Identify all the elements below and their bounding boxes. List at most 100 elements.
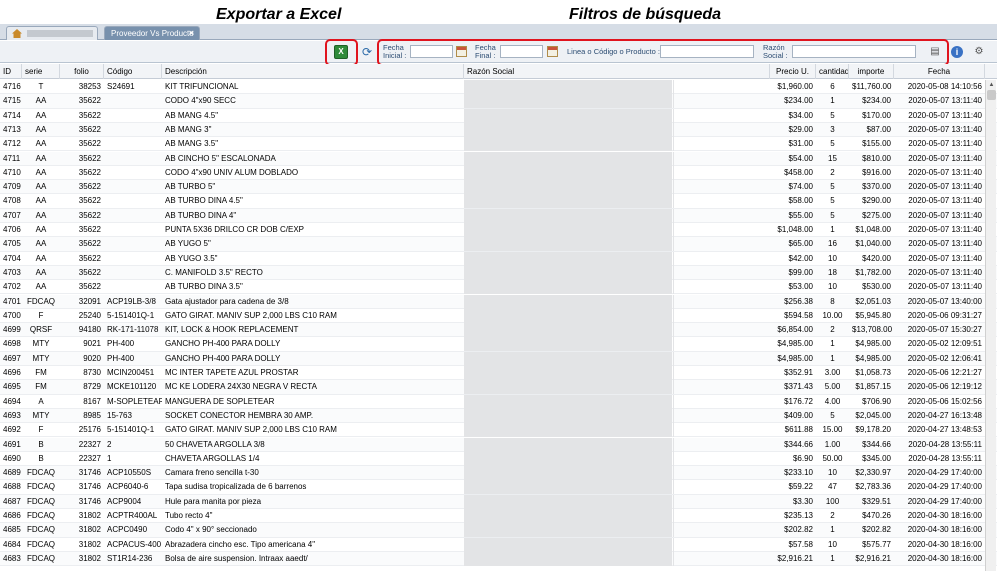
table-cell: FDCAQ xyxy=(27,296,55,306)
table-cell: AA xyxy=(35,210,47,220)
scroll-thumb[interactable] xyxy=(987,90,996,100)
table-row[interactable]: 4689 FDCAQ 31746 ACP10550S Camara freno senc… xyxy=(0,466,997,481)
razon-social-redacted xyxy=(464,423,672,438)
table-row[interactable]: 4686 FDCAQ 31802 ACPTR400AL Tubo recto 4" $23… xyxy=(0,509,997,524)
table-row[interactable]: 4706 AA 35622 PUNTA 5X36 DRILCO CR DOB C/EX… xyxy=(0,223,997,238)
table-cell xyxy=(104,94,162,108)
settings-icon[interactable]: ⚙ xyxy=(972,45,986,59)
column-header[interactable]: Descripción xyxy=(162,64,464,79)
column-header[interactable]: folio xyxy=(60,64,104,79)
table-cell: 2020-04-27 13:48:53 xyxy=(907,425,982,435)
table-cell: 10 xyxy=(828,282,837,292)
table-cell: $4,985.00 xyxy=(777,353,813,363)
table-row[interactable]: 4691 B 22327 2 50 CHAVETA ARGOLLA 3/8 $344.66… xyxy=(0,437,997,452)
table-row[interactable]: 4709 AA 35622 AB TURBO 5" $74.00 5 $370.00 2020… xyxy=(0,180,997,195)
table-cell: $575.77 xyxy=(862,539,891,549)
table-cell: 2020-05-07 13:11:40 xyxy=(908,182,982,192)
table-row[interactable]: 4703 AA 35622 C. MANIFOLD 3.5" RECTO $99.00 1… xyxy=(0,265,997,281)
table-cell: AB YUGO 3.5" xyxy=(165,253,218,263)
table-cell: 4697 xyxy=(3,353,21,363)
table-row[interactable]: 4700 F 25240 5-151401Q-1 GATO GIRAT. MANIV S… xyxy=(0,308,997,324)
table-row[interactable]: 4694 A 8167 M-SOPLETEAR MANGUERA DE SOPLETEA… xyxy=(0,394,997,409)
table-row[interactable]: 4692 F 25176 5-151401Q-1 GATO GIRAT. MANIV S… xyxy=(0,423,997,438)
table-cell: $1,058.73 xyxy=(855,368,891,377)
table-cell: $2,916.21 xyxy=(777,553,813,563)
table-row[interactable]: 4715 AA 35622 CODO 4"x90 SECC $234.00 1 $234.0… xyxy=(0,94,997,109)
table-cell: 10.00 xyxy=(822,310,843,320)
table-cell: 16 xyxy=(828,239,837,249)
table-cell: FDCAQ xyxy=(27,496,55,506)
cell-divider xyxy=(673,237,674,252)
table-cell: AA xyxy=(35,124,47,134)
table-cell: 2020-05-07 13:11:40 xyxy=(908,253,982,263)
table-cell: $916.00 xyxy=(862,167,891,177)
table-row[interactable]: 4683 FDCAQ 31802 ST1R14-236 Bolsa de aire su… xyxy=(0,551,997,567)
razon-social-redacted xyxy=(464,509,672,523)
razon-social-redacted xyxy=(464,194,672,209)
table-cell: C. MANIFOLD 3.5" RECTO xyxy=(165,267,263,277)
table-row[interactable]: 4697 MTY 9020 PH-400 GANCHO PH-400 PARA DOLL… xyxy=(0,351,997,366)
info-icon[interactable]: i xyxy=(951,46,963,58)
data-grid: ID serie folio Código Descripción Razón Socia… xyxy=(0,64,997,571)
table-cell: $55.00 xyxy=(788,210,813,220)
table-row[interactable]: 4699 QRSF 94180 RK-171-11078 KIT, LOCK & HOO… xyxy=(0,323,997,338)
table-cell: $58.00 xyxy=(788,196,813,206)
table-row[interactable]: 4698 MTY 9021 PH-400 GANCHO PH-400 PARA DOLL… xyxy=(0,337,997,352)
table-row[interactable]: 4713 AA 35622 AB MANG 3" $29.00 3 $87.00 2020-0… xyxy=(0,122,997,138)
table-cell: 4706 xyxy=(3,225,21,234)
table-cell: 2020-05-07 13:11:40 xyxy=(908,96,982,106)
table-cell: 4694 xyxy=(3,396,21,406)
table-row[interactable]: 4710 AA 35622 CODO 4"x90 UNIV ALUM DOBLADO $… xyxy=(0,165,997,181)
table-row[interactable]: 4685 FDCAQ 31802 ACPC0490 Codo 4" x 90° secc… xyxy=(0,523,997,538)
table-row[interactable]: 4708 AA 35622 AB TURBO DINA 4.5" $58.00 5 $290… xyxy=(0,194,997,209)
column-header[interactable]: ID xyxy=(0,64,22,79)
table-cell: 35622 xyxy=(78,182,101,192)
table-row[interactable]: 4704 AA 35622 AB YUGO 3.5" $42.00 10 $420.00 20… xyxy=(0,251,997,266)
close-icon[interactable]: × xyxy=(189,28,194,38)
vertical-scrollbar[interactable]: ▲ xyxy=(985,80,996,571)
table-cell: 31746 xyxy=(78,468,101,478)
table-row[interactable]: 4712 AA 35622 AB MANG 3.5" $31.00 5 $155.00 202… xyxy=(0,137,997,152)
table-row[interactable]: 4684 FDCAQ 31802 ACPACUS-400 Abrazadera cinc… xyxy=(0,537,997,552)
table-cell: Camara freno sencilla t-30 xyxy=(165,468,259,478)
table-row[interactable]: 4702 AA 35622 AB TURBO DINA 3.5" $53.00 10 $53… xyxy=(0,280,997,295)
table-cell xyxy=(104,109,162,123)
razon-social-redacted xyxy=(464,394,672,409)
table-row[interactable]: 4688 FDCAQ 31746 ACP6040-6 Tapa sudisa tropi… xyxy=(0,480,997,495)
column-header[interactable]: Código xyxy=(104,64,162,79)
cell-divider xyxy=(673,551,674,566)
table-row[interactable]: 4693 MTY 8985 15-763 SOCKET CONECTOR HEMBRA … xyxy=(0,408,997,424)
tab-proveedor-vs-producto[interactable]: Proveedor Vs Producto × xyxy=(104,26,200,40)
column-header[interactable]: importe xyxy=(849,64,894,79)
table-row[interactable]: 4714 AA 35622 AB MANG 4.5" $34.00 5 $170.00 202… xyxy=(0,108,997,123)
refresh-icon[interactable]: ⟳ xyxy=(360,45,374,59)
table-cell: $202.82 xyxy=(862,525,891,535)
table-row[interactable]: 4716 T 38253 S24691 KIT TRIFUNCIONAL $1,960.0… xyxy=(0,80,997,95)
table-row[interactable]: 4711 AA 35622 AB CINCHO 5" ESCALONADA $54.00… xyxy=(0,151,997,166)
table-cell: 5 xyxy=(830,410,835,420)
table-row[interactable]: 4705 AA 35622 AB YUGO 5" $65.00 16 $1,040.00 20… xyxy=(0,237,997,252)
table-cell: KIT TRIFUNCIONAL xyxy=(165,82,239,91)
table-cell: 2 xyxy=(107,439,112,449)
column-header[interactable]: serie xyxy=(22,64,60,79)
table-cell: $290.00 xyxy=(862,196,891,206)
table-row[interactable]: 4696 FM 8730 MCIN200451 MC INTER TAPETE AZUL… xyxy=(0,366,997,381)
table-cell: 35622 xyxy=(78,196,101,206)
column-header[interactable]: cantidad xyxy=(816,64,849,79)
table-cell: 1 xyxy=(830,553,835,563)
table-cell: ACP9004 xyxy=(107,496,142,506)
column-header[interactable]: Razón Social xyxy=(464,64,770,79)
razon-social-redacted xyxy=(464,251,672,266)
scroll-up-icon[interactable]: ▲ xyxy=(986,80,997,90)
table-cell: 8729 xyxy=(83,382,101,392)
column-header[interactable]: Fecha xyxy=(894,64,985,79)
table-row[interactable]: 4695 FM 8729 MCKE101120 MC KE LODERA 24X30 N… xyxy=(0,380,997,395)
table-cell: AB MANG 4.5" xyxy=(165,110,219,120)
column-header[interactable]: Precio U. xyxy=(770,64,816,79)
tab-home[interactable] xyxy=(6,26,98,40)
table-row[interactable]: 4687 FDCAQ 31746 ACP9004 Hule para manita po… xyxy=(0,494,997,509)
table-row[interactable]: 4707 AA 35622 AB TURBO DINA 4" $55.00 5 $275.0… xyxy=(0,208,997,223)
table-row[interactable]: 4701 FDCAQ 32091 ACP19LB-3/8 Gata ajustador … xyxy=(0,294,997,309)
razon-social-redacted xyxy=(464,180,672,195)
table-row[interactable]: 4690 B 22327 1 CHAVETA ARGOLLAS 1/4 $6.90 50.0… xyxy=(0,451,997,467)
